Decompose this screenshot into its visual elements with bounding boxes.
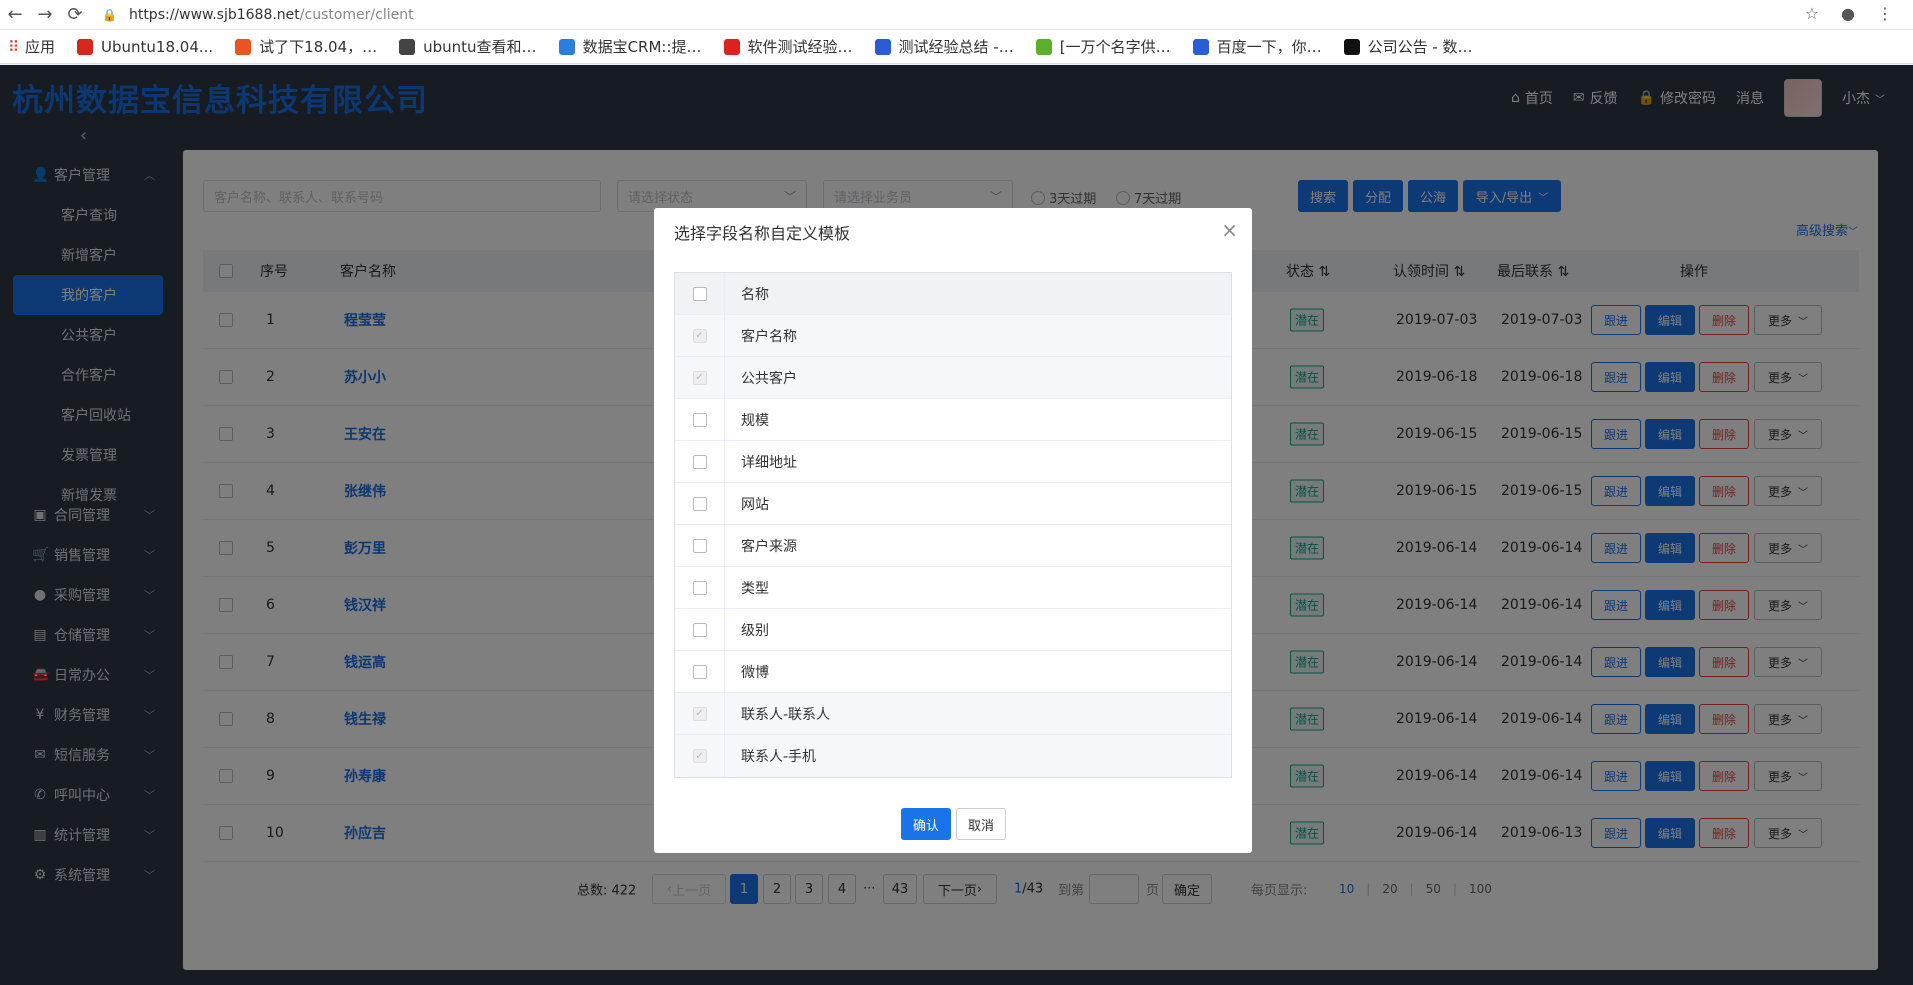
bookmark-favicon xyxy=(235,38,252,55)
select-all-fields-checkbox[interactable] xyxy=(692,286,707,301)
field-label: 网站 xyxy=(741,496,769,513)
bookmark-favicon xyxy=(1035,38,1052,55)
field-checkbox[interactable] xyxy=(692,664,707,679)
confirm-button[interactable]: 确认 xyxy=(901,808,951,840)
field-checkbox[interactable] xyxy=(692,580,707,595)
dialog-title: 选择字段名称自定义模板 xyxy=(674,224,851,243)
field-row: 规模 xyxy=(675,398,1231,441)
star-icon[interactable]: ☆ xyxy=(1805,4,1819,23)
field-row: ✓ 联系人-手机 xyxy=(675,735,1231,777)
bookmark-item[interactable]: ubuntu查看和… xyxy=(399,36,537,57)
bookmark-item[interactable]: 软件测试经验… xyxy=(723,36,853,57)
field-checkbox[interactable] xyxy=(692,496,707,511)
reload-icon[interactable]: ⟳ xyxy=(60,1,90,29)
bookmark-favicon xyxy=(1192,38,1209,55)
field-label: 客户来源 xyxy=(741,538,797,555)
field-label: 级别 xyxy=(741,622,769,639)
field-label: 规模 xyxy=(741,412,769,429)
field-checkbox: ✓ xyxy=(692,749,707,763)
bookmark-favicon xyxy=(77,38,94,55)
bookmarks-bar: ⠿ 应用 Ubuntu18.04... 试了下18.04，… ubuntu查看和… 数据宝… xyxy=(0,30,1913,64)
field-row: 网站 xyxy=(675,482,1231,525)
bookmark-item[interactable]: 数据宝CRM::提… xyxy=(558,36,702,57)
field-row: 详细地址 xyxy=(675,440,1231,483)
bookmark-item[interactable]: Ubuntu18.04... xyxy=(77,38,213,56)
apps-grid-icon[interactable]: ⠿ xyxy=(8,38,19,56)
field-row: ✓ 公共客户 xyxy=(675,356,1231,399)
url-path: /customer/client xyxy=(299,6,414,23)
url-host: https://www.sjb1688.net xyxy=(128,6,300,23)
bookmark-favicon xyxy=(723,38,740,55)
field-label: 微博 xyxy=(741,664,769,681)
field-checkbox[interactable] xyxy=(692,538,707,553)
field-checkbox: ✓ xyxy=(692,370,707,385)
field-label: 客户名称 xyxy=(741,328,797,345)
field-table: 名称 ✓ 客户名称 ✓ 公共客户 规模 详细地址 网站 客户来源 类型 级别 微博 ✓ 联系人-联系人 ✓… xyxy=(674,272,1232,778)
menu-dots-icon[interactable]: ⋮ xyxy=(1877,4,1893,23)
field-template-dialog: 选择字段名称自定义模板 × 名称 ✓ 客户名称 ✓ 公共客户规模详细地址网站客户来源类… xyxy=(654,208,1252,853)
bookmark-item[interactable]: [一万个名字供… xyxy=(1035,36,1171,57)
bookmark-item[interactable]: 百度一下，你… xyxy=(1192,36,1322,57)
field-row: 级别 xyxy=(675,608,1231,651)
field-checkbox: ✓ xyxy=(692,328,707,343)
field-label: 类型 xyxy=(741,580,769,597)
bookmark-favicon xyxy=(1343,38,1360,55)
bookmark-item[interactable]: 试了下18.04，… xyxy=(235,36,377,57)
close-icon[interactable]: × xyxy=(1221,218,1238,242)
field-row: 微博 xyxy=(675,650,1231,693)
field-row: 客户来源 xyxy=(675,524,1231,567)
bookmark-favicon xyxy=(399,38,416,55)
field-row: 类型 xyxy=(675,566,1231,609)
field-checkbox[interactable] xyxy=(692,454,707,469)
bookmark-item[interactable]: 应用 xyxy=(25,36,55,57)
bookmark-item[interactable]: 公司公告 - 数… xyxy=(1343,36,1473,57)
field-label: 详细地址 xyxy=(741,454,797,471)
field-row: ✓ 客户名称 xyxy=(675,314,1231,357)
lock-icon: 🔒 xyxy=(102,7,117,22)
field-label: 联系人-联系人 xyxy=(741,706,831,723)
back-icon[interactable]: ← xyxy=(0,1,30,29)
field-checkbox: ✓ xyxy=(692,706,707,721)
cancel-button[interactable]: 取消 xyxy=(956,808,1006,840)
bookmark-item[interactable]: 测试经验总结 -… xyxy=(874,36,1014,57)
profile-icon[interactable]: ● xyxy=(1841,4,1855,23)
address-bar[interactable]: 🔒 https://www.sjb1688.net/customer/clien… xyxy=(102,7,414,23)
field-label: 公共客户 xyxy=(741,370,797,387)
field-header-label: 名称 xyxy=(741,286,769,303)
forward-icon[interactable]: → xyxy=(30,1,60,29)
field-checkbox[interactable] xyxy=(692,622,707,637)
field-checkbox[interactable] xyxy=(692,412,707,427)
field-row: ✓ 联系人-联系人 xyxy=(675,692,1231,735)
bookmark-favicon xyxy=(874,38,891,55)
bookmark-favicon xyxy=(558,38,575,55)
field-table-header: 名称 xyxy=(675,272,1231,315)
field-label: 联系人-手机 xyxy=(741,749,817,765)
browser-toolbar: ← → ⟳ 🔒 https://www.sjb1688.net/customer… xyxy=(0,0,1913,30)
